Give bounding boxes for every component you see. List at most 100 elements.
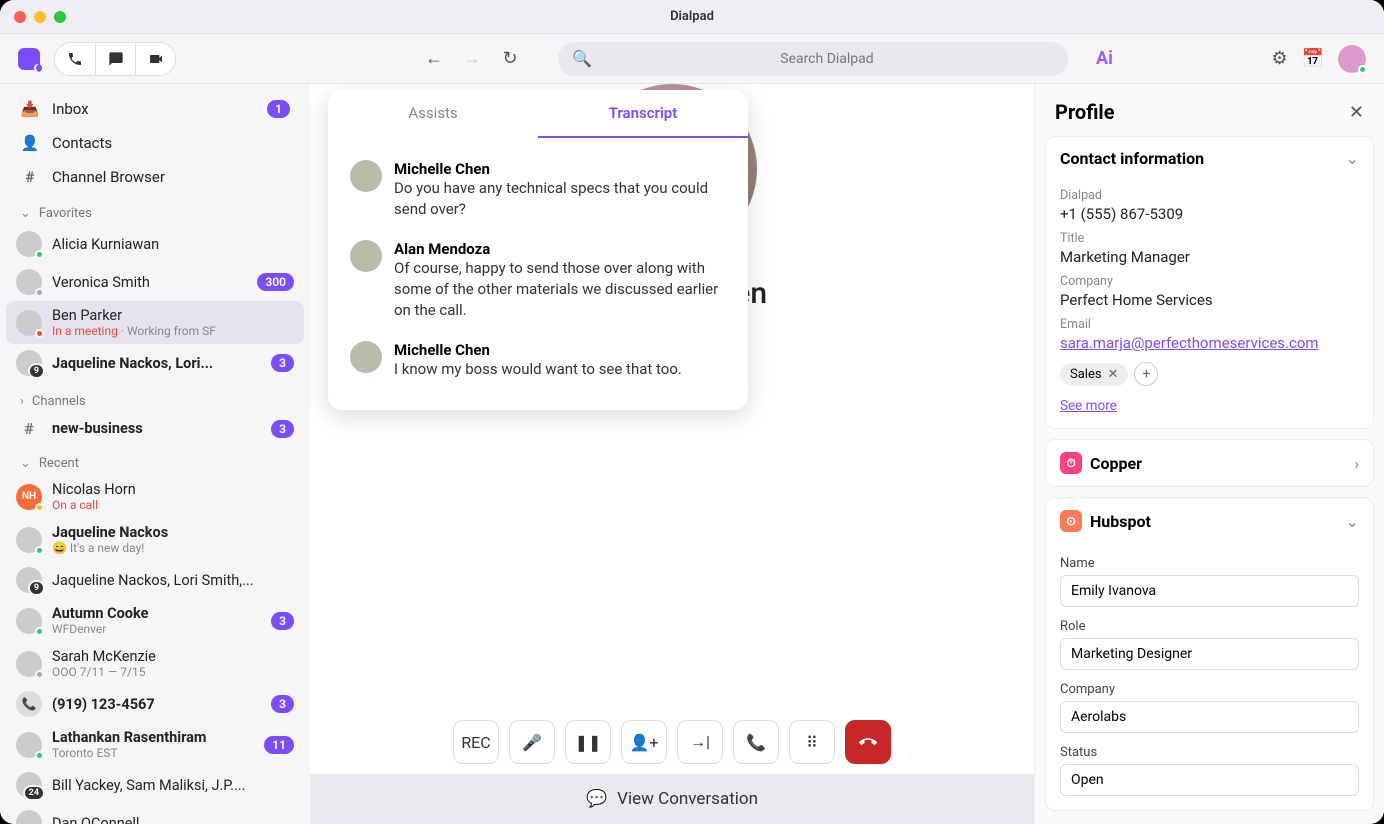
window-controls [14,11,66,23]
close-profile-button[interactable]: ✕ [1349,102,1364,123]
hash-icon: # [20,168,40,186]
nav-label: Channel Browser [52,168,165,186]
reload-button[interactable]: ↻ [496,45,524,73]
section-recent[interactable]: ⌄ Recent [6,444,304,475]
forward-button[interactable]: → [458,45,486,73]
copper-card: ⏱Copper › [1045,439,1374,487]
message-avatar [350,240,382,272]
copper-icon: ⏱ [1060,452,1082,474]
close-window[interactable] [14,11,26,23]
nav-channel-browser[interactable]: # Channel Browser [6,160,304,194]
chevron-right-icon: › [20,394,24,409]
profile-panel: Profile ✕ Contact information ⌄ Dialpad … [1034,84,1384,824]
hubspot-card: ⊙Hubspot ⌄ Name Role Company Status [1045,497,1374,811]
transcript-message: Michelle ChenI know my boss would want t… [350,331,726,390]
copper-header[interactable]: ⏱Copper › [1046,440,1373,486]
favorite-item[interactable]: Ben Parker In a meeting · Working from S… [6,301,304,344]
email-link[interactable]: sara.marja@perfecthomeservices.com [1060,334,1319,352]
search-bar[interactable]: 🔍 [558,42,1068,76]
chevron-down-icon: ⌄ [20,456,31,471]
nav-label: Inbox [52,100,89,118]
hold-button[interactable]: ❚❚ [565,720,611,764]
recent-item[interactable]: Dan OConnell [6,804,304,824]
channel-item[interactable]: # new-business 3 [6,413,304,444]
contacts-icon: 👤 [20,134,40,152]
dialpad-button[interactable]: ⠿ [789,720,835,764]
park-button[interactable]: 📞 [733,720,779,764]
nav-arrows: ← → ↻ [420,45,524,73]
video-button[interactable] [135,43,175,75]
hubspot-icon: ⊙ [1060,510,1082,532]
contact-info-header[interactable]: Contact information ⌄ [1046,137,1373,180]
view-conversation-button[interactable]: 💬 View Conversation [310,774,1034,824]
record-button[interactable]: REC [453,720,499,764]
app-logo[interactable] [18,48,40,70]
favorite-item[interactable]: Veronica Smith 300 [6,263,304,301]
recent-item[interactable]: NH Nicolas HornOn a call [6,475,304,518]
recent-item[interactable]: Sarah McKenzieOOO 7/11 — 7/15 [6,642,304,685]
comm-button-group [54,42,176,76]
chevron-down-icon: ⌄ [20,206,31,221]
profile-title: Profile [1055,100,1115,124]
chat-icon: 💬 [586,789,607,809]
calendar-icon[interactable]: 📅 [1302,48,1324,69]
message-button[interactable] [95,43,135,75]
nav-label: Contacts [52,134,112,152]
minimize-window[interactable] [34,11,46,23]
hubspot-status-input[interactable] [1060,764,1359,796]
back-button[interactable]: ← [420,45,448,73]
sidebar: 📥 Inbox 1 👤 Contacts # Channel Browser ⌄… [0,84,310,824]
titlebar: Dialpad [0,0,1384,34]
chevron-down-icon: ⌄ [1346,149,1359,168]
main-area: Michelle Chen (604) 649-0504 12:53 REC 🎤… [310,84,1034,824]
tab-transcript[interactable]: Transcript [538,90,748,138]
transcript-message: Alan MendozaOf course, happy to send tho… [350,230,726,331]
tab-assists[interactable]: Assists [328,90,538,138]
favorite-item[interactable]: 9 Jaqueline Nackos, Lori... 3 [6,344,304,382]
search-icon: 🔍 [572,49,592,68]
recent-item[interactable]: 24 Bill Yackey, Sam Maliksi, J.P.... [6,766,304,804]
end-call-button[interactable] [845,720,891,764]
see-more-link[interactable]: See more [1060,398,1117,414]
settings-icon[interactable]: ⚙ [1271,48,1287,69]
add-participant-button[interactable]: 👤+ [621,720,667,764]
phone-icon: 📞 [16,691,42,717]
nav-contacts[interactable]: 👤 Contacts [6,126,304,160]
hubspot-header[interactable]: ⊙Hubspot ⌄ [1046,498,1373,544]
nav-inbox[interactable]: 📥 Inbox 1 [6,92,304,126]
toolbar: ← → ↻ 🔍 Ai ⚙ 📅 [0,34,1384,84]
hubspot-company-input[interactable] [1060,701,1359,733]
inbox-badge: 1 [267,100,290,118]
search-input[interactable] [600,51,1054,67]
message-avatar [350,160,382,192]
recent-item[interactable]: 9 Jaqueline Nackos, Lori Smith,... [6,561,304,599]
tag-sales[interactable]: Sales✕ [1060,363,1128,386]
chevron-down-icon: ⌄ [1346,512,1359,531]
recent-item[interactable]: Jaqueline Nackos😄 It's a new day! [6,518,304,561]
chevron-right-icon: › [1354,454,1359,473]
recent-item[interactable]: Autumn CookeWFDenver 3 [6,599,304,642]
ai-icon[interactable]: Ai [1096,48,1113,69]
message-avatar [350,341,382,373]
recent-item[interactable]: 📞 (919) 123-4567 3 [6,685,304,723]
hubspot-role-input[interactable] [1060,638,1359,670]
contact-info-card: Contact information ⌄ Dialpad +1 (555) 8… [1045,136,1374,429]
phone-button[interactable] [55,43,95,75]
favorite-item[interactable]: Alicia Kurniawan [6,225,304,263]
section-favorites[interactable]: ⌄ Favorites [6,194,304,225]
transcript-message: Michelle ChenDo you have any technical s… [350,150,726,230]
hubspot-name-input[interactable] [1060,575,1359,607]
mute-button[interactable]: 🎤 [509,720,555,764]
maximize-window[interactable] [54,11,66,23]
window-title: Dialpad [670,9,714,24]
call-controls: REC 🎤 ❚❚ 👤+ →| 📞 ⠿ [453,700,891,774]
inbox-icon: 📥 [20,100,40,118]
hash-icon: # [16,419,42,438]
remove-tag-icon[interactable]: ✕ [1108,367,1119,382]
recent-item[interactable]: Lathankan RasenthiramToronto EST 11 [6,723,304,766]
transcript-popover: Assists Transcript Michelle ChenDo you h… [328,90,748,410]
section-channels[interactable]: › Channels [6,382,304,413]
user-avatar[interactable] [1338,45,1366,73]
add-tag-button[interactable]: + [1134,362,1158,386]
transfer-button[interactable]: →| [677,720,723,764]
